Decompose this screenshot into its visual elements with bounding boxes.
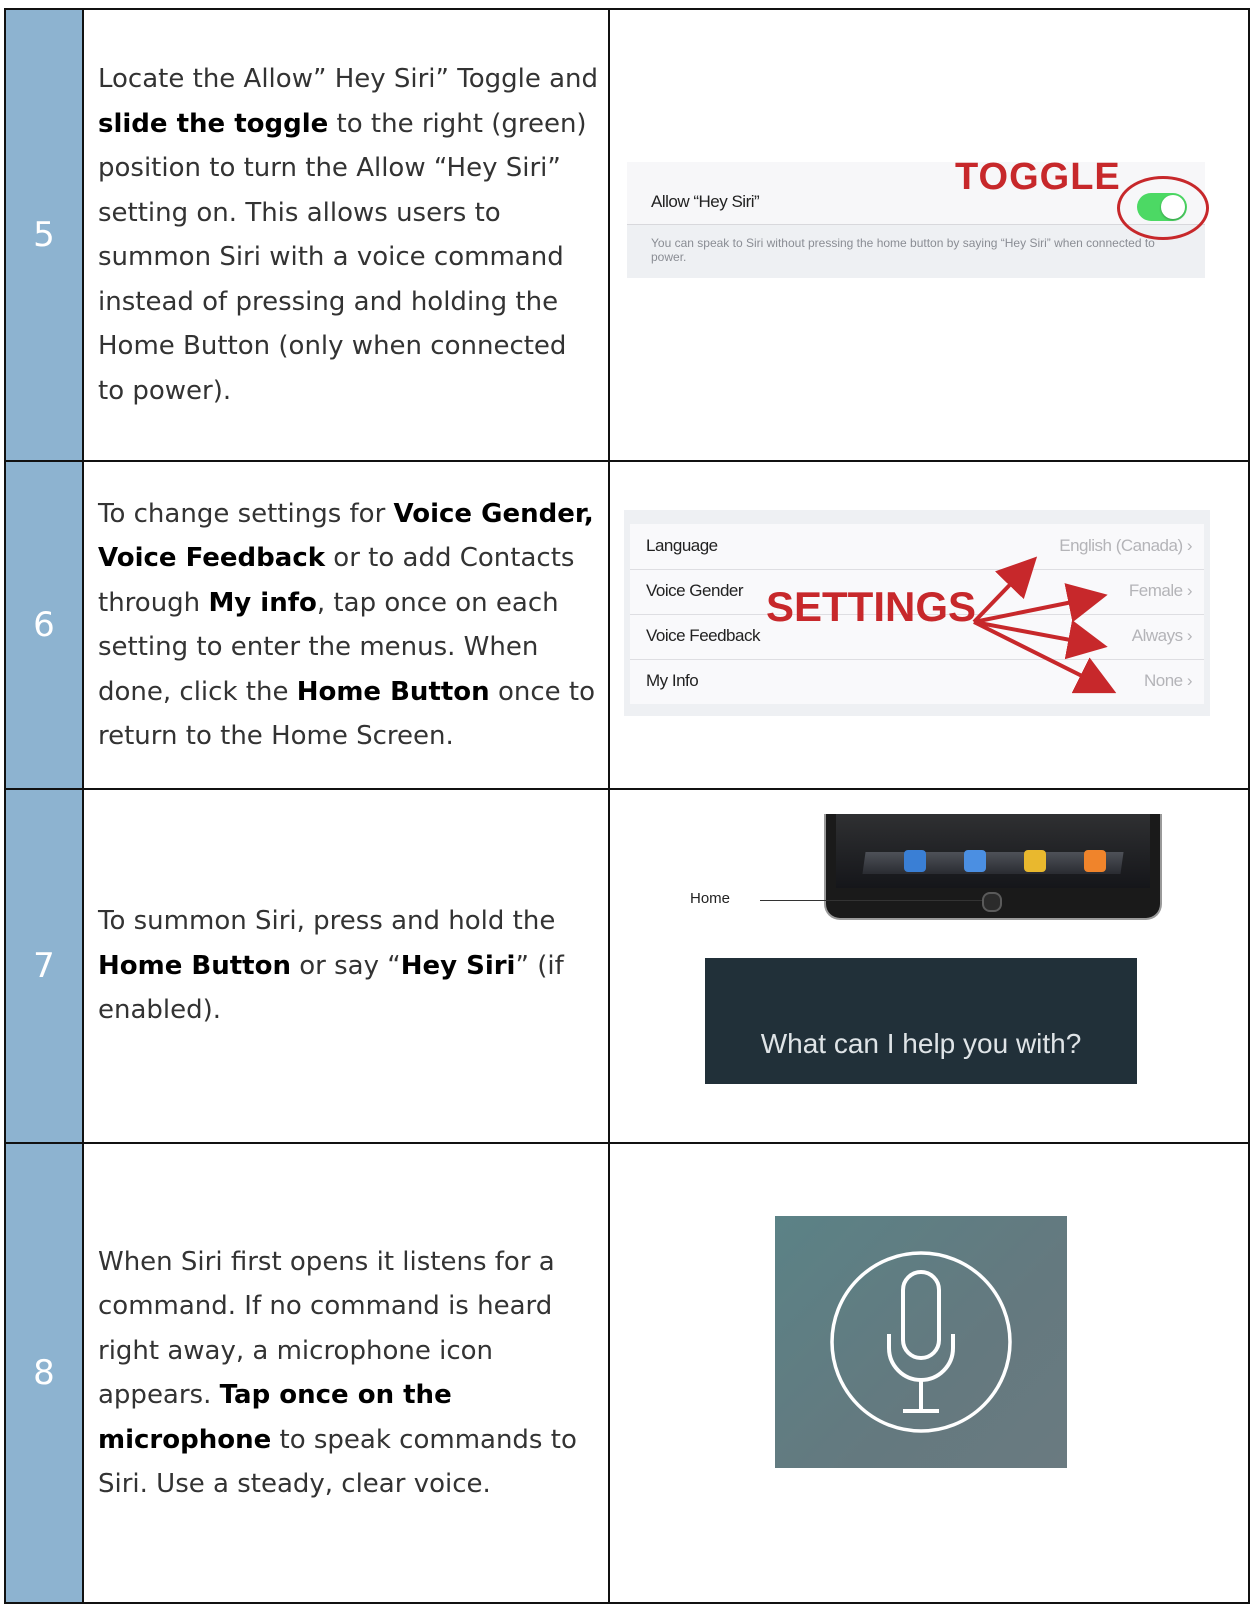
step-image-cell: Allow “Hey Siri” You can speak to Siri w…	[608, 8, 1250, 462]
step-text-cell: When Siri first opens it listens for a c…	[82, 1142, 610, 1604]
siri-prompt-screenshot: What can I help you with?	[705, 958, 1137, 1084]
step-number-cell: 8	[4, 1142, 84, 1604]
microphone-icon[interactable]	[775, 1216, 1067, 1468]
step-text: When Siri first opens it listens for a c…	[84, 1240, 608, 1507]
settings-annotation: SETTINGS	[766, 583, 977, 630]
body-text: Locate the Allow” Hey Siri” Toggle and	[98, 64, 599, 94]
toggle-description: You can speak to Siri without pressing t…	[651, 236, 1155, 264]
home-pointer-line	[760, 900, 982, 901]
photos-app-icon	[1024, 850, 1046, 872]
step-text: Locate the Allow” Hey Siri” Toggle and s…	[84, 57, 608, 413]
step-text-cell: To summon Siri, press and hold the Home …	[82, 788, 610, 1144]
body-text: To summon Siri, press and hold the	[98, 906, 556, 937]
settings-screenshot: Language English (Canada) › Voice Gender F…	[624, 510, 1210, 716]
arrow-myinfo	[973, 620, 1117, 694]
annotation-circle	[1117, 176, 1209, 240]
step-text-cell: Locate the Allow” Hey Siri” Toggle and s…	[82, 8, 610, 462]
step-number-cell: 6	[4, 460, 84, 790]
step-number: 8	[33, 1353, 55, 1393]
step-image-cell	[608, 1142, 1250, 1604]
ipad-screen	[836, 814, 1150, 888]
emphasis-text: Hey Siri	[400, 950, 516, 981]
instructions-table: 5 Locate the Allow” Hey Siri” Toggle and…	[4, 8, 1250, 1604]
step-row-5: 5 Locate the Allow” Hey Siri” Toggle and…	[4, 8, 1250, 462]
step-row-7: 7 To summon Siri, press and hold the Hom…	[4, 788, 1250, 1144]
home-button[interactable]	[982, 892, 1002, 912]
toggle-annotation: TOGGLE	[955, 156, 1121, 198]
mail-app-icon	[964, 850, 986, 872]
emphasis-text: Home Button	[98, 950, 291, 981]
safari-app-icon	[904, 850, 926, 872]
step-number-cell: 7	[4, 788, 84, 1144]
home-label: Home	[690, 890, 731, 907]
step-image-cell: Language English (Canada) › Voice Gender F…	[608, 460, 1250, 790]
step-text-cell: To change settings for Voice Gender, Voi…	[82, 460, 610, 790]
body-text: or say “	[290, 950, 401, 981]
microphone-screenshot	[775, 1216, 1067, 1468]
ipod-app-icon	[1084, 850, 1106, 872]
step-number-cell: 5	[4, 8, 84, 462]
body-text: To change settings for	[98, 498, 394, 529]
ipad-illustration	[824, 814, 1162, 920]
step-image-cell: Home What can I help you with?	[608, 788, 1250, 1144]
step-number: 6	[33, 605, 55, 645]
siri-prompt: What can I help you with?	[760, 1028, 1082, 1059]
toggle-screenshot: Allow “Hey Siri” You can speak to Siri w…	[627, 156, 1209, 278]
body-text: to the right (green) position to turn th…	[98, 108, 587, 406]
allow-hey-siri-label: Allow “Hey Siri”	[651, 192, 760, 211]
step-text: To summon Siri, press and hold the Home …	[84, 899, 608, 1033]
step-text: To change settings for Voice Gender, Voi…	[84, 492, 608, 759]
emphasis-text: My info	[208, 587, 317, 618]
step-row-8: 8 When Siri first opens it listens for a…	[4, 1142, 1250, 1604]
step-number: 7	[33, 946, 55, 986]
emphasis-text: slide the toggle	[98, 108, 329, 139]
step-row-6: 6 To change settings for Voice Gender, V…	[4, 460, 1250, 790]
emphasis-text: Home Button	[296, 676, 490, 707]
step-number: 5	[33, 215, 55, 255]
